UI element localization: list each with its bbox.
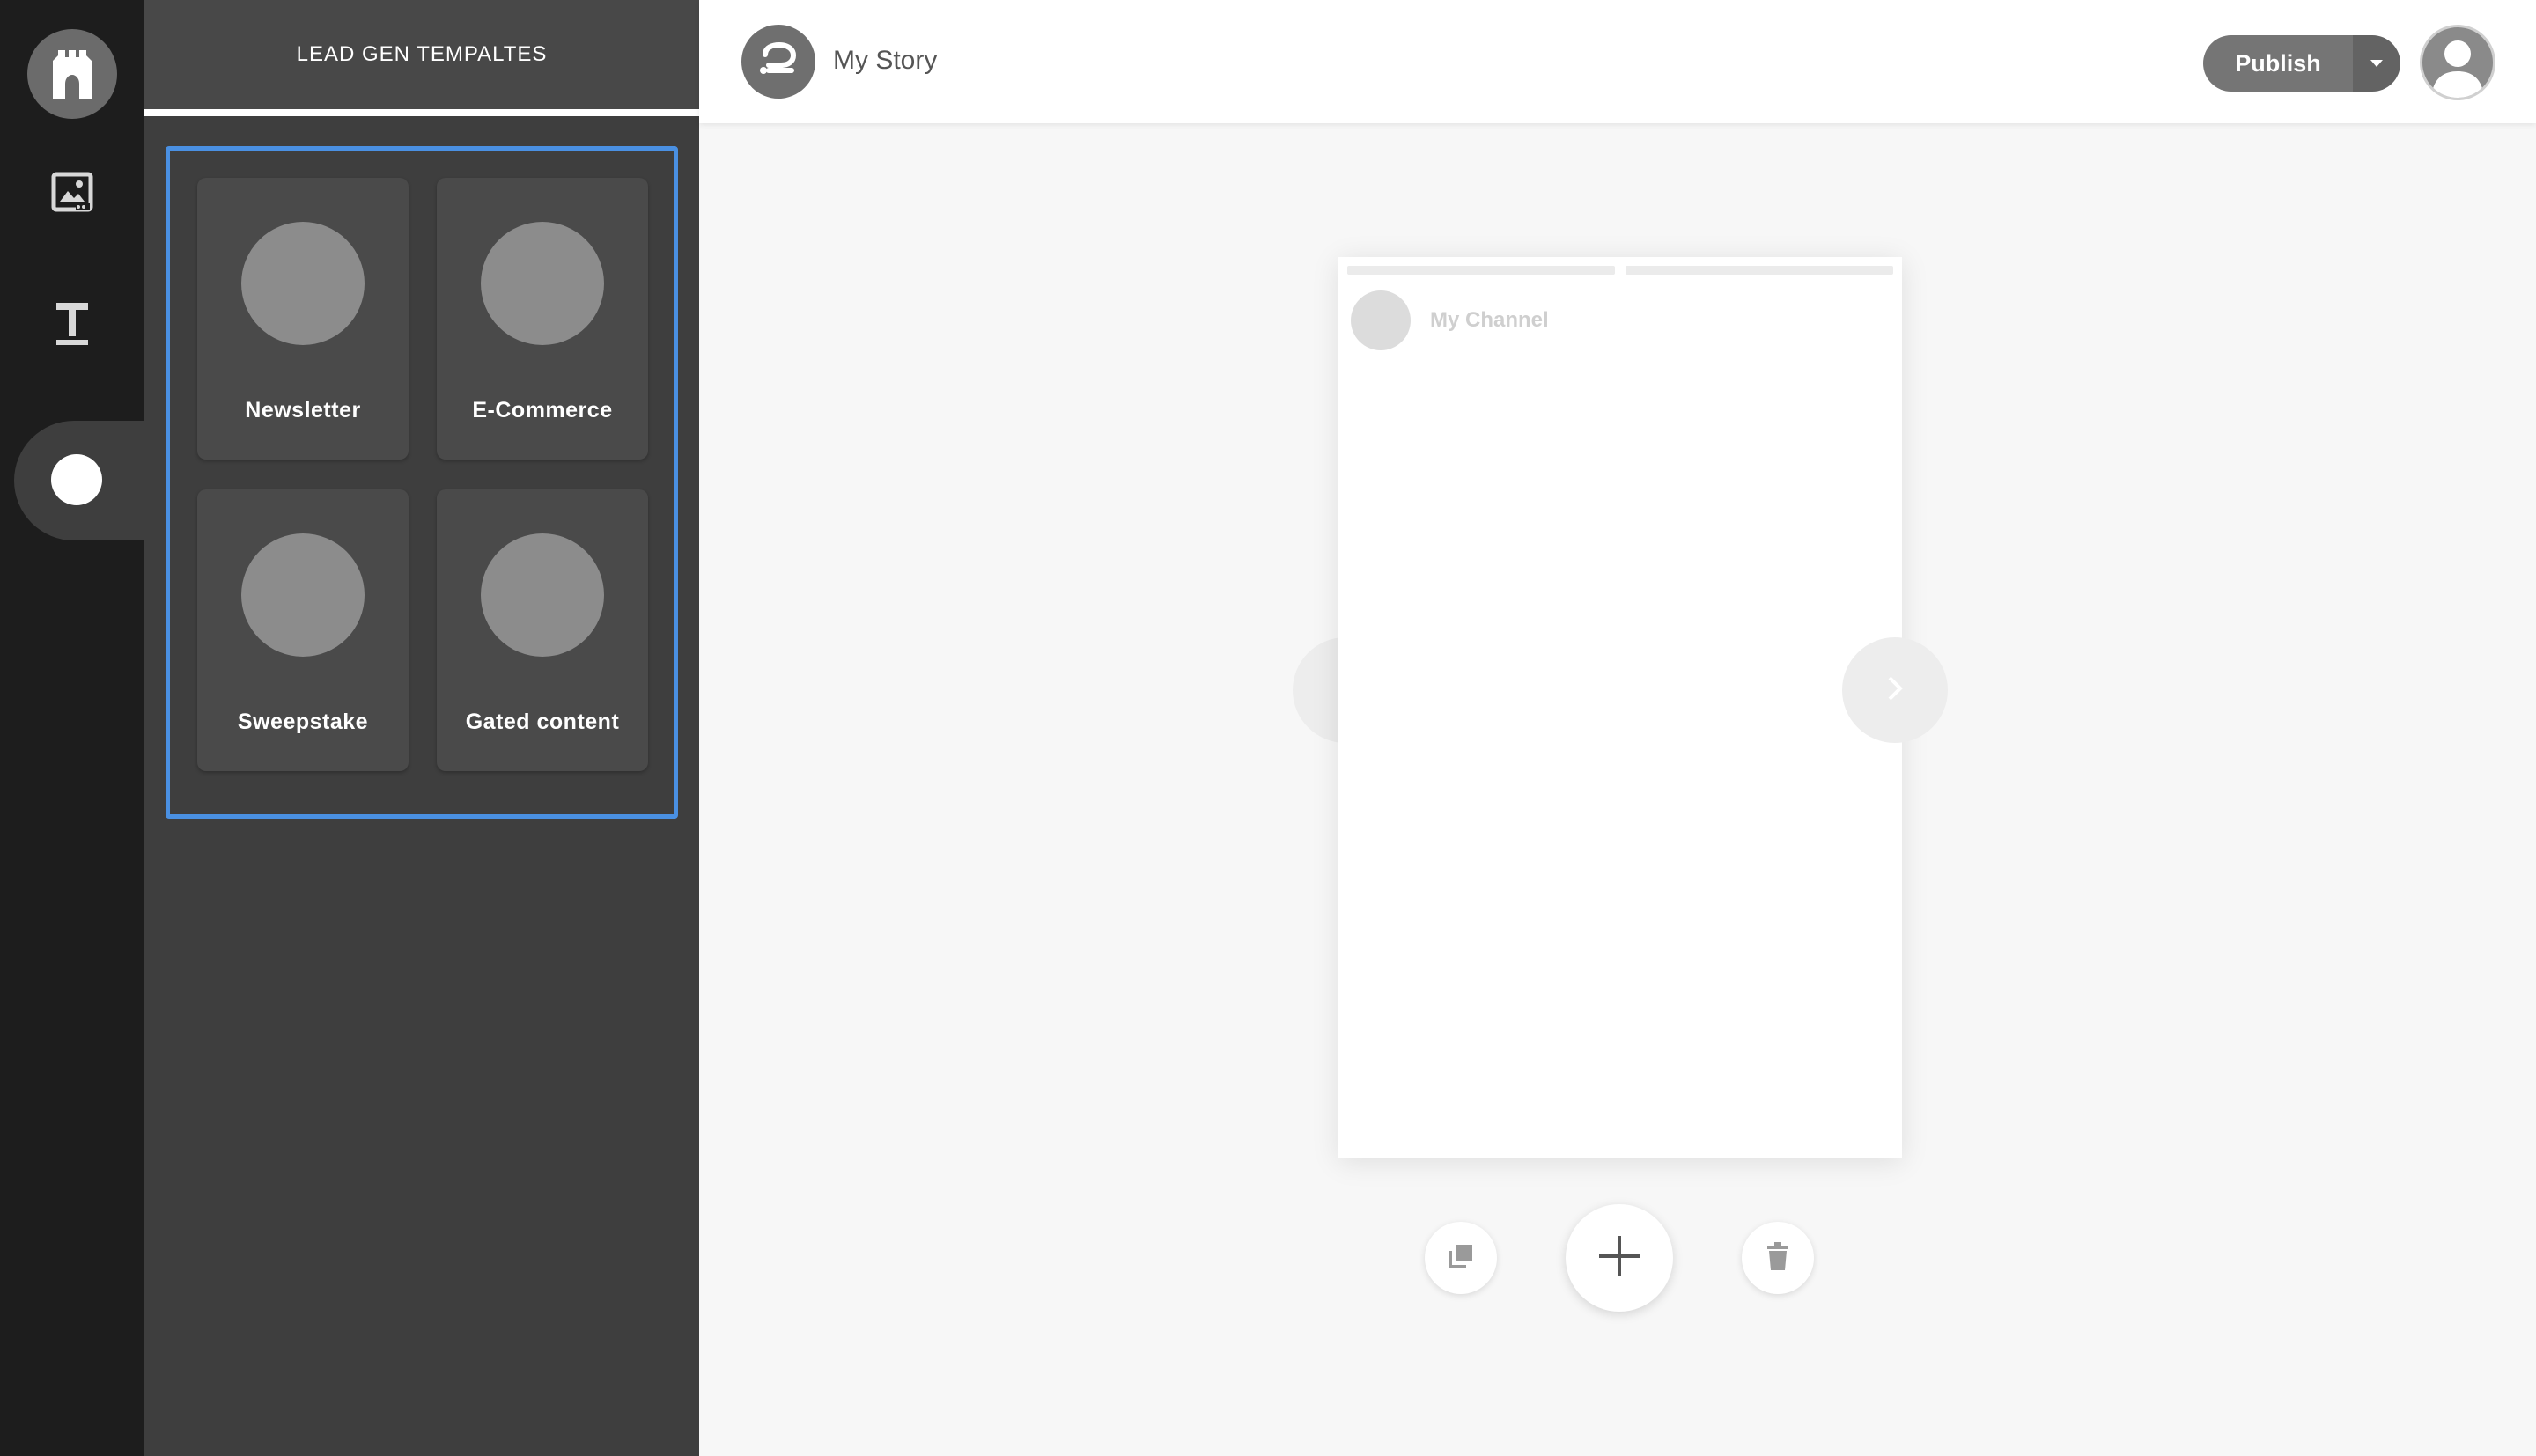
rail-media-button[interactable]	[37, 158, 107, 229]
delete-page-button[interactable]	[1742, 1222, 1814, 1294]
template-card-ecommerce[interactable]: E-Commerce	[437, 178, 648, 460]
template-card-gated-content[interactable]: Gated content	[437, 489, 648, 771]
progress-segment	[1347, 266, 1615, 275]
template-label: Gated content	[465, 710, 620, 734]
template-thumbnail	[481, 533, 604, 657]
template-label: Sweepstake	[237, 710, 369, 734]
progress-segment	[1626, 266, 1893, 275]
rail-text-button[interactable]	[37, 290, 107, 361]
channel-name: My Channel	[1430, 308, 1549, 332]
story-page-preview[interactable]: My Channel	[1338, 257, 1902, 1158]
template-label: Newsletter	[245, 398, 361, 423]
user-avatar[interactable]	[2420, 25, 2495, 100]
panel-title: LEAD GEN TEMPALTES	[144, 0, 699, 116]
duplicate-icon	[1448, 1243, 1474, 1274]
caret-down-icon	[2370, 55, 2383, 71]
castle-logo-icon[interactable]	[27, 29, 117, 119]
story-title[interactable]: My Story	[833, 46, 937, 76]
duplicate-page-button[interactable]	[1425, 1222, 1497, 1294]
circle-icon	[51, 454, 102, 505]
template-thumbnail	[241, 533, 365, 657]
left-rail	[0, 0, 181, 1456]
image-icon	[51, 172, 93, 217]
chevron-right-icon	[1886, 675, 1904, 706]
top-bar: My Story Publish	[699, 0, 2536, 123]
trash-icon	[1766, 1241, 1789, 1275]
channel-avatar	[1351, 290, 1411, 350]
publish-button-group: Publish	[2203, 35, 2400, 92]
publish-button[interactable]: Publish	[2203, 35, 2353, 92]
template-card-newsletter[interactable]: Newsletter	[197, 178, 409, 460]
publish-dropdown-button[interactable]	[2353, 35, 2400, 92]
templates-panel: LEAD GEN TEMPALTES Newsletter E-Commerce…	[144, 0, 699, 1456]
text-icon	[55, 301, 90, 351]
story-link-icon[interactable]	[741, 25, 815, 99]
template-label: E-Commerce	[472, 398, 613, 423]
add-page-button[interactable]	[1566, 1204, 1673, 1312]
template-thumbnail	[241, 222, 365, 345]
plus-icon	[1597, 1234, 1641, 1283]
template-card-sweepstake[interactable]: Sweepstake	[197, 489, 409, 771]
templates-grid: Newsletter E-Commerce Sweepstake Gated c…	[166, 146, 678, 819]
template-thumbnail	[481, 222, 604, 345]
next-page-button[interactable]	[1842, 637, 1948, 743]
